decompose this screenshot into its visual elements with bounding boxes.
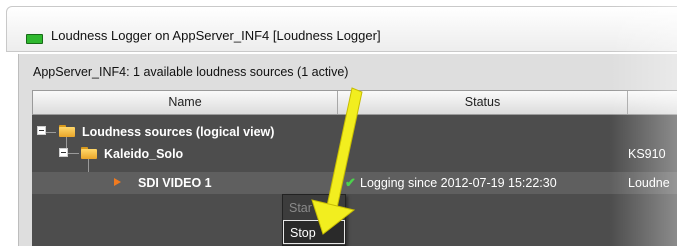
callout-arrow [311, 87, 363, 235]
loudness-logger-window: Loudness Logger on AppServer_INF4 [Loudn… [0, 0, 677, 246]
